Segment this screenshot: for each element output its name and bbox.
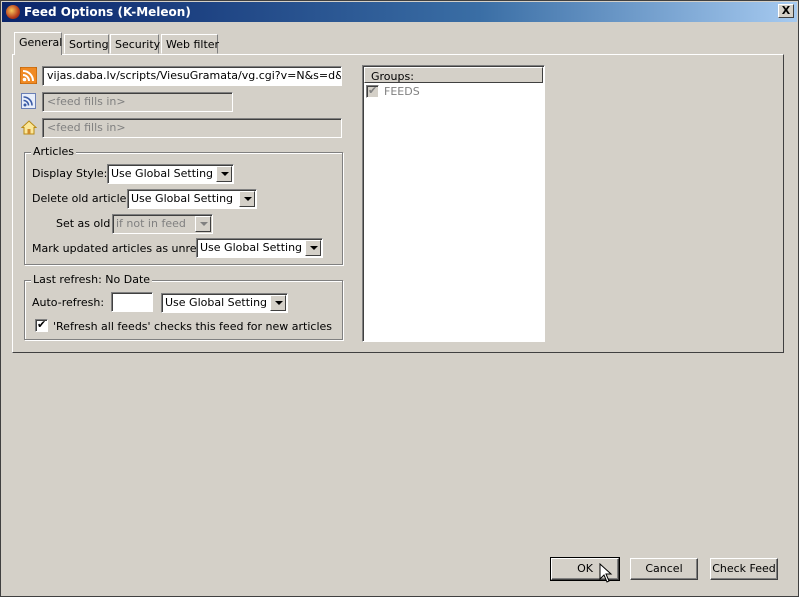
display-style-select[interactable]: Use Global Setting [107,164,234,184]
delete-old-value: Use Global Setting [131,192,234,205]
refresh-all-label[interactable]: 'Refresh all feeds' checks this feed for… [53,320,332,333]
tab-security[interactable]: Security [110,34,160,54]
mark-updated-value: Use Global Setting [200,241,303,254]
homepage-field[interactable]: <feed fills in> [42,118,342,138]
delete-old-select[interactable]: Use Global Setting [127,189,257,209]
refresh-all-checkbox[interactable] [35,318,48,332]
group-feeds-label: FEEDS [384,85,420,98]
mark-updated-label: Mark updated articles as unread [32,242,211,255]
groups-list[interactable] [362,65,545,342]
chevron-down-icon[interactable] [270,295,286,311]
last-refresh-legend: Last refresh: No Date [31,273,153,286]
articles-legend: Articles [31,145,77,158]
k-meleon-app-icon [6,5,20,19]
display-style-label: Display Style: [32,167,108,180]
title-bar[interactable]: Feed Options (K-Meleon) [2,2,797,22]
auto-refresh-label: Auto-refresh: [32,296,105,309]
tab-sorting[interactable]: Sorting [64,34,109,54]
delete-old-label: Delete old articles [32,192,133,205]
rss-title-icon [21,93,36,109]
group-feeds-checkbox[interactable] [366,84,379,98]
chevron-down-icon[interactable] [305,240,321,256]
display-style-value: Use Global Setting [111,167,214,180]
feed-title-field[interactable]: <feed fills in> [42,92,233,112]
set-as-old-value: if not in feed [116,217,186,230]
close-button[interactable]: X [778,4,794,18]
chevron-down-icon[interactable] [195,216,211,232]
home-icon [20,120,38,135]
chevron-down-icon[interactable] [216,166,232,182]
groups-header[interactable]: Groups: [364,67,543,83]
auto-refresh-interval-input[interactable] [111,292,153,312]
rss-feed-icon [19,66,38,85]
chevron-down-icon[interactable] [239,191,255,207]
auto-refresh-select[interactable]: Use Global Setting [161,293,288,313]
tab-general[interactable]: General [14,32,62,55]
cancel-button[interactable]: Cancel [630,558,698,580]
mark-updated-select[interactable]: Use Global Setting [196,238,323,258]
set-as-old-select[interactable]: if not in feed [112,214,213,234]
check-feed-button[interactable]: Check Feed [710,558,778,580]
tab-web-filter[interactable]: Web filter [161,34,219,54]
window-title: Feed Options (K-Meleon) [24,5,191,19]
feed-url-input[interactable]: vijas.daba.lv/scripts/ViesuGramata/vg.cg… [42,66,342,86]
auto-refresh-value: Use Global Setting [165,296,268,309]
set-as-old-label: Set as old [56,217,111,230]
mouse-cursor-icon [599,562,613,584]
